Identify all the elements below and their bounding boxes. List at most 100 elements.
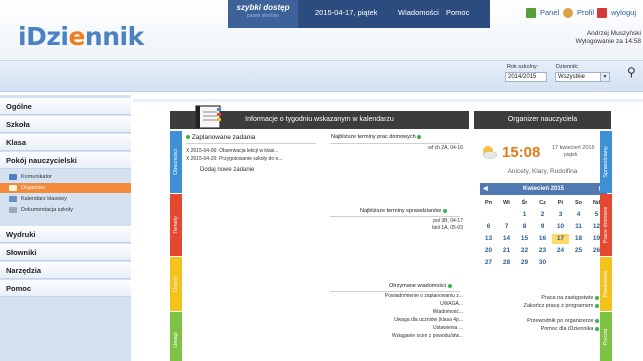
sidebar-section-general[interactable]: Ogólne — [0, 98, 131, 115]
journal-select[interactable]: Wszystkie ▼ — [555, 72, 610, 82]
message-item[interactable]: Wsiąganie ocen z powodu/stw... — [392, 333, 463, 339]
organizer-link-guide[interactable]: Przewodnik po organizerze — [527, 318, 599, 324]
school-year-label: Rok szkolny: — [507, 64, 539, 70]
test-item[interactable]: pol 3B, 04-17 — [433, 218, 463, 224]
planned-task-item[interactable]: X 2015-04-06: Obserwacja lekcji w klasi.… — [186, 148, 279, 154]
tab-grades[interactable]: Oceny — [170, 257, 182, 311]
planned-tasks-title: Zaplanowane zadania — [191, 134, 256, 141]
calendar-weekday: Cz — [539, 200, 546, 206]
sidebar-section-tools[interactable]: Narzędzia — [0, 262, 131, 279]
message-item[interactable]: Ustawienia ... — [433, 325, 463, 331]
tab-label: Obecności — [173, 149, 179, 175]
calendar-day[interactable]: 10 — [552, 222, 569, 232]
message-item[interactable]: UWAGA... — [440, 301, 463, 307]
tab-topics[interactable]: Tematy — [170, 194, 182, 256]
sidebar-section-school[interactable]: Szkoła — [0, 116, 131, 133]
calendar-day[interactable]: 2 — [534, 210, 551, 220]
calendar-day[interactable]: 1 — [516, 210, 533, 220]
logout-link[interactable]: wyloguj — [611, 8, 636, 17]
divider — [330, 216, 460, 217]
search-icon[interactable]: ⚲ — [627, 65, 636, 79]
sidebar-item-class-calendar[interactable]: Kalendarz klasowy — [0, 194, 131, 204]
calendar-day[interactable]: 28 — [498, 258, 515, 268]
sidebar-section-help[interactable]: Pomoc — [0, 280, 131, 297]
homework-item[interactable]: wf ch 2A, 04-16 — [428, 145, 463, 151]
sidebar-item-school-docs[interactable]: Dokumentacja szkoły — [0, 205, 131, 215]
status-dot-icon — [595, 295, 599, 300]
calendar-day[interactable]: 11 — [570, 222, 587, 232]
calendar-day[interactable]: 20 — [480, 246, 497, 256]
calendar-day[interactable]: 14 — [498, 234, 515, 244]
organizer-title: Organizer nauczyciela — [474, 111, 611, 129]
status-dot-icon — [595, 326, 599, 331]
sidebar-section-dictionaries[interactable]: Słowniki — [0, 244, 131, 261]
calendar-day[interactable]: 4 — [570, 210, 587, 220]
journal-value: Wszystkie — [558, 74, 585, 80]
calendar-day[interactable]: 3 — [552, 210, 569, 220]
messages-header: Otrzymane wiadomości — [389, 283, 452, 289]
calendar-day[interactable]: 22 — [516, 246, 533, 256]
school-year-select[interactable]: 2014/2015 — [505, 72, 547, 82]
message-item[interactable]: Uwaga dla uczniów (klasa 4p... — [394, 317, 463, 323]
tab-mail[interactable]: Poczta — [600, 312, 612, 361]
planned-task-item[interactable]: X 2015-04-20: Przygotowanie szkoły do e.… — [186, 156, 282, 162]
calendar-day[interactable]: 6 — [480, 222, 497, 232]
logout-timer: Wylogowanie za 14:58 — [575, 38, 641, 45]
calendar-day[interactable]: 23 — [534, 246, 551, 256]
weather-icon — [480, 145, 498, 159]
organizer-link-label: Zakończ pracę z programem — [523, 303, 594, 309]
organizer-link-substitute[interactable]: Praca na zastępstwie — [541, 295, 599, 301]
calendar-day[interactable]: 30 — [534, 258, 551, 268]
calendar-day-today[interactable]: 17 — [552, 234, 569, 244]
tab-tests[interactable]: Sprawdziany — [600, 131, 612, 193]
message-item[interactable]: Wiadomość... — [433, 309, 463, 315]
message-item[interactable]: Powiadomienie o zaplanowaniu z... — [385, 293, 463, 299]
messages-title: Otrzymane wiadomości — [389, 283, 447, 289]
calendar-day[interactable]: 16 — [534, 234, 551, 244]
tests-title: Najbliższe terminy sprawdzianów — [360, 208, 442, 214]
test-item[interactable]: biol 1A, 05-03 — [432, 225, 463, 231]
calendar-day[interactable]: 21 — [498, 246, 515, 256]
calendar-day[interactable]: 13 — [480, 234, 497, 244]
calendar-day[interactable]: 9 — [534, 222, 551, 232]
user-name: Andrzej Muszyński — [586, 30, 641, 37]
clock-weekday: piątek — [564, 152, 578, 158]
sidebar-item-communicator[interactable]: Komunikator — [0, 172, 131, 182]
tab-notes[interactable]: Uwagi — [170, 312, 182, 361]
calendar-day[interactable]: 7 — [498, 222, 515, 232]
homework-header: Najbliższe terminy prac domowych — [331, 134, 422, 140]
organizer-link-end-work[interactable]: Zakończ pracę z programem — [523, 303, 599, 309]
prev-month-icon[interactable]: ◀ — [483, 183, 488, 195]
sidebar-section-printouts[interactable]: Wydruki — [0, 226, 131, 243]
profile-link[interactable]: Profil — [577, 8, 594, 17]
calendar-day[interactable]: 29 — [516, 258, 533, 268]
sidebar-item-label: Komunikator — [21, 174, 52, 180]
sidebar-item-organizer[interactable]: Organizer — [0, 183, 131, 193]
status-dot-icon — [595, 303, 599, 308]
organizer-link-help[interactable]: Pomoc dla iDziennika — [541, 326, 599, 332]
sidebar-section-class[interactable]: Klasa — [0, 134, 131, 151]
nav-help[interactable]: Pomoc — [446, 8, 469, 17]
calendar-day[interactable]: 15 — [516, 234, 533, 244]
calendar-day[interactable]: 18 — [570, 234, 587, 244]
tab-homework[interactable]: Prace domowe — [600, 194, 612, 256]
add-task-link[interactable]: Dodaj nowe zadanie — [200, 167, 254, 173]
calendar-day[interactable]: 25 — [570, 246, 587, 256]
panel-link[interactable]: Panel — [540, 8, 559, 17]
name-days: Anicety, Klary, Rudolfina — [507, 168, 578, 175]
sidebar-item-label: Organizer — [21, 185, 46, 191]
app-logo[interactable]: iDziennik — [18, 22, 144, 51]
calendar-day[interactable]: 27 — [480, 258, 497, 268]
nav-messages[interactable]: Wiadomości — [398, 8, 439, 17]
tab-label: Prace domowe — [603, 206, 609, 244]
logout-icon — [597, 8, 607, 18]
calendar-day[interactable]: 24 — [552, 246, 569, 256]
tab-label: Poczta — [603, 328, 609, 345]
tab-attendance[interactable]: Obecności — [170, 131, 182, 193]
tab-planners[interactable]: Planszowe — [600, 257, 612, 311]
planned-tasks-header: Zaplanowane zadania — [186, 134, 255, 141]
sidebar-section-staffroom[interactable]: Pokój nauczycielski — [0, 152, 131, 169]
quick-access-button[interactable]: szybki dostęp pasek skrótów — [228, 0, 298, 28]
calendar-day[interactable]: 8 — [516, 222, 533, 232]
school-year-value: 2014/2015 — [508, 74, 537, 80]
